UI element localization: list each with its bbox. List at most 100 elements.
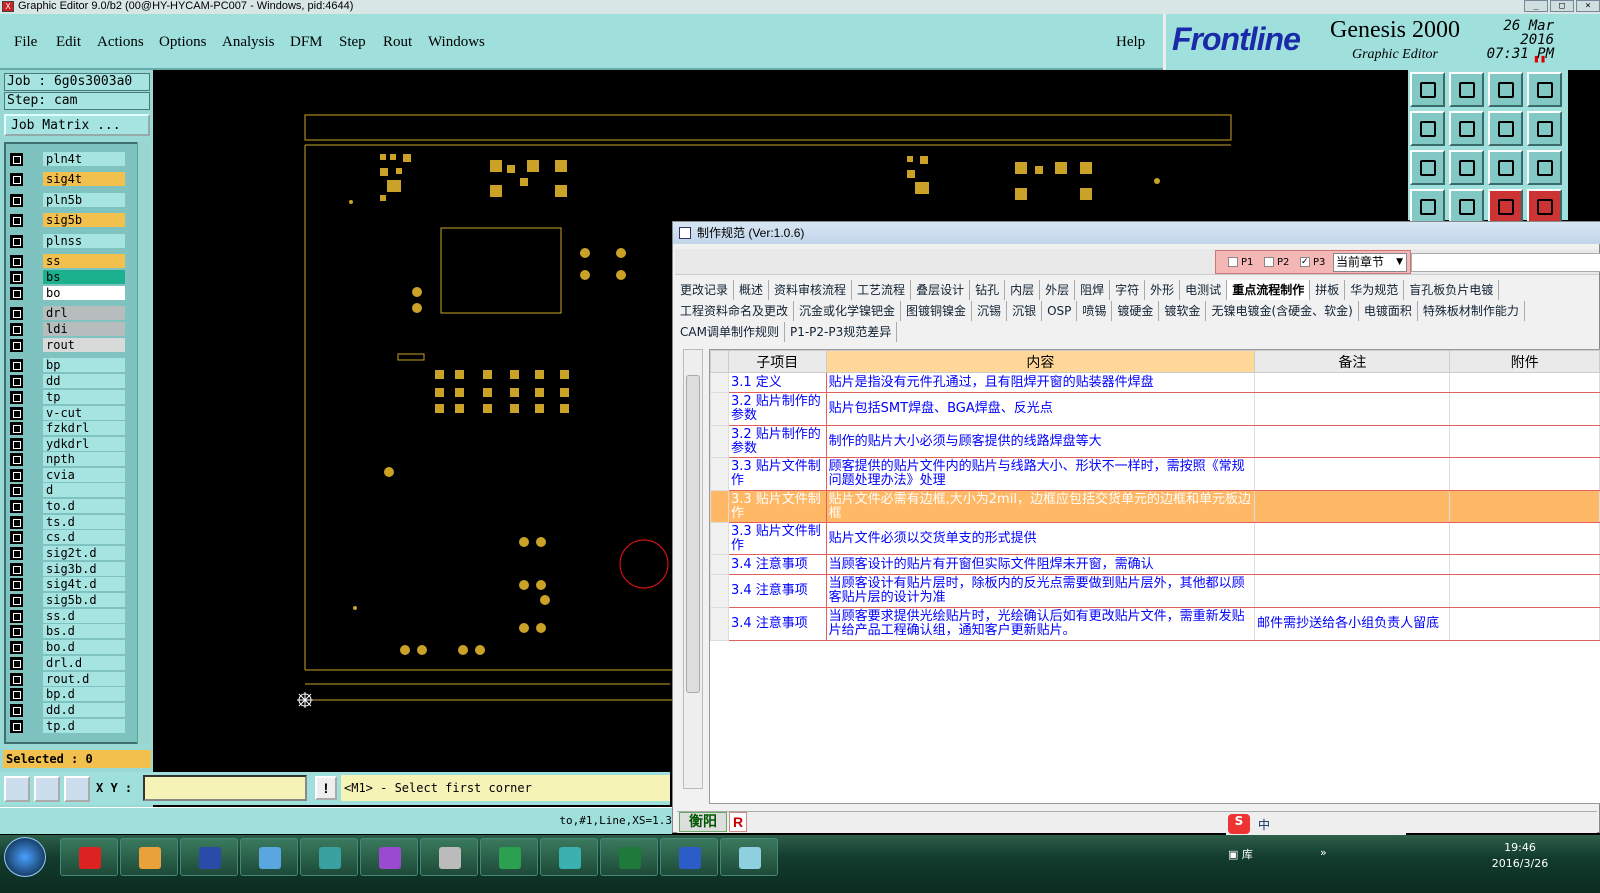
- layer-checkbox[interactable]: [10, 422, 23, 435]
- menu-dfm[interactable]: DFM: [290, 34, 323, 51]
- layer-row[interactable]: dd.d: [10, 703, 126, 717]
- layer-checkbox[interactable]: [10, 657, 23, 670]
- tool-measure-icon[interactable]: [1410, 189, 1445, 224]
- layer-row[interactable]: ss: [10, 254, 126, 268]
- tab-tabs_row2-2[interactable]: 图镀铜镍金: [901, 301, 973, 321]
- table-row[interactable]: 3.2 贴片制作的参数 贴片包括SMT焊盘、BGA焊盘、反光点: [710, 392, 1600, 426]
- cell-content[interactable]: 贴片文件必需有边框,大小为2mil，边框应包括交货单元的边框和单元板边框: [825, 490, 1256, 523]
- start-button[interactable]: [4, 837, 46, 877]
- layer-checkbox[interactable]: [10, 214, 23, 227]
- layer-name[interactable]: drl: [43, 306, 125, 320]
- tab-tabs_row1-8[interactable]: 阻焊: [1075, 280, 1111, 300]
- layer-name[interactable]: ss: [43, 254, 125, 268]
- tool-down-icon[interactable]: [1449, 72, 1484, 107]
- layer-row[interactable]: sig4t.d: [10, 577, 126, 591]
- grid-tool-icon[interactable]: [64, 776, 90, 802]
- tab-tabs_row1-6[interactable]: 内层: [1005, 280, 1041, 300]
- table-row[interactable]: 3.3 贴片文件制作 贴片文件必需有边框,大小为2mil，边框应包括交货单元的边框…: [710, 490, 1600, 523]
- layer-row[interactable]: tp: [10, 390, 126, 404]
- table-row[interactable]: 3.1 定义 贴片是指没有元件孔通过，且有阻焊开窗的贴装器件焊盘: [710, 372, 1600, 393]
- menu-help[interactable]: Help: [1116, 34, 1145, 51]
- tab-tabs_row1-0[interactable]: 更改记录: [675, 280, 735, 300]
- tab-tabs_row2-7[interactable]: 镀硬金: [1112, 301, 1160, 321]
- taskbar-app-7[interactable]: [420, 838, 478, 876]
- layer-name[interactable]: npth: [43, 452, 125, 466]
- layer-name[interactable]: bp: [43, 358, 125, 372]
- cell-content[interactable]: 当顾客设计有贴片层时，除板内的反光点需要做到贴片层外，其他都以顾客贴片层的设计为…: [825, 574, 1256, 608]
- tab-tabs_row2-10[interactable]: 电镀面积: [1359, 301, 1418, 321]
- taskbar-app-9[interactable]: [540, 838, 598, 876]
- layer-row[interactable]: pln5b: [10, 193, 126, 207]
- layer-checkbox[interactable]: [10, 610, 23, 623]
- tool-scale-icon[interactable]: [1488, 150, 1523, 185]
- grid-scrollbar[interactable]: [683, 349, 703, 789]
- layer-row[interactable]: sig5b.d: [10, 593, 126, 607]
- cell-note[interactable]: [1254, 372, 1451, 393]
- layer-row[interactable]: bo: [10, 286, 126, 300]
- layer-checkbox[interactable]: [10, 375, 23, 388]
- layer-row[interactable]: rout.d: [10, 672, 126, 686]
- layer-checkbox[interactable]: [10, 307, 23, 320]
- scroll-thumb[interactable]: [686, 375, 700, 693]
- table-row[interactable]: 3.3 贴片文件制作 贴片文件必须以交货单支的形式提供: [710, 522, 1600, 555]
- layer-row[interactable]: npth: [10, 452, 126, 466]
- layer-row[interactable]: drl.d: [10, 656, 126, 670]
- cell-content[interactable]: 当顾客要求提供光绘贴片时，光绘确认后如有更改贴片文件，需重新发贴片给产品工程确认…: [825, 607, 1256, 641]
- taskbar-app-8[interactable]: [480, 838, 538, 876]
- layer-row[interactable]: fzkdrl: [10, 421, 126, 435]
- layer-checkbox[interactable]: [10, 359, 23, 372]
- menu-analysis[interactable]: Analysis: [222, 34, 275, 51]
- cell-note[interactable]: [1254, 490, 1451, 523]
- menu-file[interactable]: File: [14, 34, 37, 51]
- table-row[interactable]: 3.2 贴片制作的参数 制作的贴片大小必须与顾客提供的线路焊盘等大: [710, 425, 1600, 458]
- tab-tabs_row2-1[interactable]: 沉金或化学镍钯金: [794, 301, 902, 321]
- layer-name[interactable]: cvia: [43, 468, 125, 482]
- layer-name[interactable]: sig4t.d: [43, 577, 125, 591]
- col-attach-header[interactable]: 附件: [1449, 350, 1600, 373]
- cell-content[interactable]: 顾客提供的贴片文件内的贴片与线路大小、形状不一样时，需按照《常规问题处理办法》处…: [825, 457, 1256, 491]
- layer-name[interactable]: fzkdrl: [43, 421, 125, 435]
- layer-name[interactable]: bp.d: [43, 687, 125, 701]
- layer-name[interactable]: bo: [43, 286, 125, 300]
- layer-name[interactable]: rout: [43, 338, 125, 352]
- tray-lib-icon[interactable]: ▣ 库: [1228, 846, 1253, 862]
- sogou-icon[interactable]: S: [1228, 814, 1250, 834]
- layer-name[interactable]: bs: [43, 270, 125, 284]
- cell-item[interactable]: 3.4 注意事项: [727, 554, 827, 575]
- menu-step[interactable]: Step: [339, 34, 366, 51]
- minimize-button[interactable]: _: [1524, 0, 1548, 12]
- cell-note[interactable]: [1254, 554, 1451, 575]
- layer-name[interactable]: ts.d: [43, 515, 125, 529]
- layer-checkbox[interactable]: [10, 484, 23, 497]
- layer-checkbox[interactable]: [10, 287, 23, 300]
- cell-content[interactable]: 贴片是指没有元件孔通过，且有阻焊开窗的贴装器件焊盘: [825, 372, 1256, 393]
- cell-note[interactable]: [1254, 522, 1451, 555]
- taskbar-app-4[interactable]: [240, 838, 298, 876]
- tool-red2-icon[interactable]: [1527, 189, 1562, 224]
- select-tool-icon[interactable]: [4, 776, 30, 802]
- layer-checkbox[interactable]: [10, 339, 23, 352]
- p1-checkbox[interactable]: [1228, 257, 1238, 267]
- layer-row[interactable]: sig3b.d: [10, 562, 126, 576]
- layer-name[interactable]: pln4t: [43, 152, 125, 166]
- layer-checkbox[interactable]: [10, 391, 23, 404]
- cell-item[interactable]: 3.1 定义: [727, 372, 827, 393]
- tool-red1-icon[interactable]: [1488, 189, 1523, 224]
- layer-row[interactable]: d: [10, 483, 126, 497]
- tray-icons[interactable]: »: [1320, 846, 1327, 859]
- layer-row[interactable]: sig5b: [10, 213, 126, 227]
- layer-checkbox[interactable]: [10, 438, 23, 451]
- layer-checkbox[interactable]: [10, 578, 23, 591]
- layer-name[interactable]: bo.d: [43, 640, 125, 654]
- layer-checkbox[interactable]: [10, 235, 23, 248]
- layer-name[interactable]: tp: [43, 390, 125, 404]
- taskbar-app-12[interactable]: [720, 838, 778, 876]
- layer-name[interactable]: ydkdrl: [43, 437, 125, 451]
- menu-windows[interactable]: Windows: [428, 34, 485, 51]
- layer-row[interactable]: rout: [10, 338, 126, 352]
- layer-row[interactable]: pln4t: [10, 152, 126, 166]
- taskbar-app-10[interactable]: [600, 838, 658, 876]
- col-item-header[interactable]: 子项目: [727, 350, 827, 373]
- tab-tabs_row1-2[interactable]: 资料审核流程: [769, 280, 853, 300]
- search-field[interactable]: [1411, 253, 1600, 272]
